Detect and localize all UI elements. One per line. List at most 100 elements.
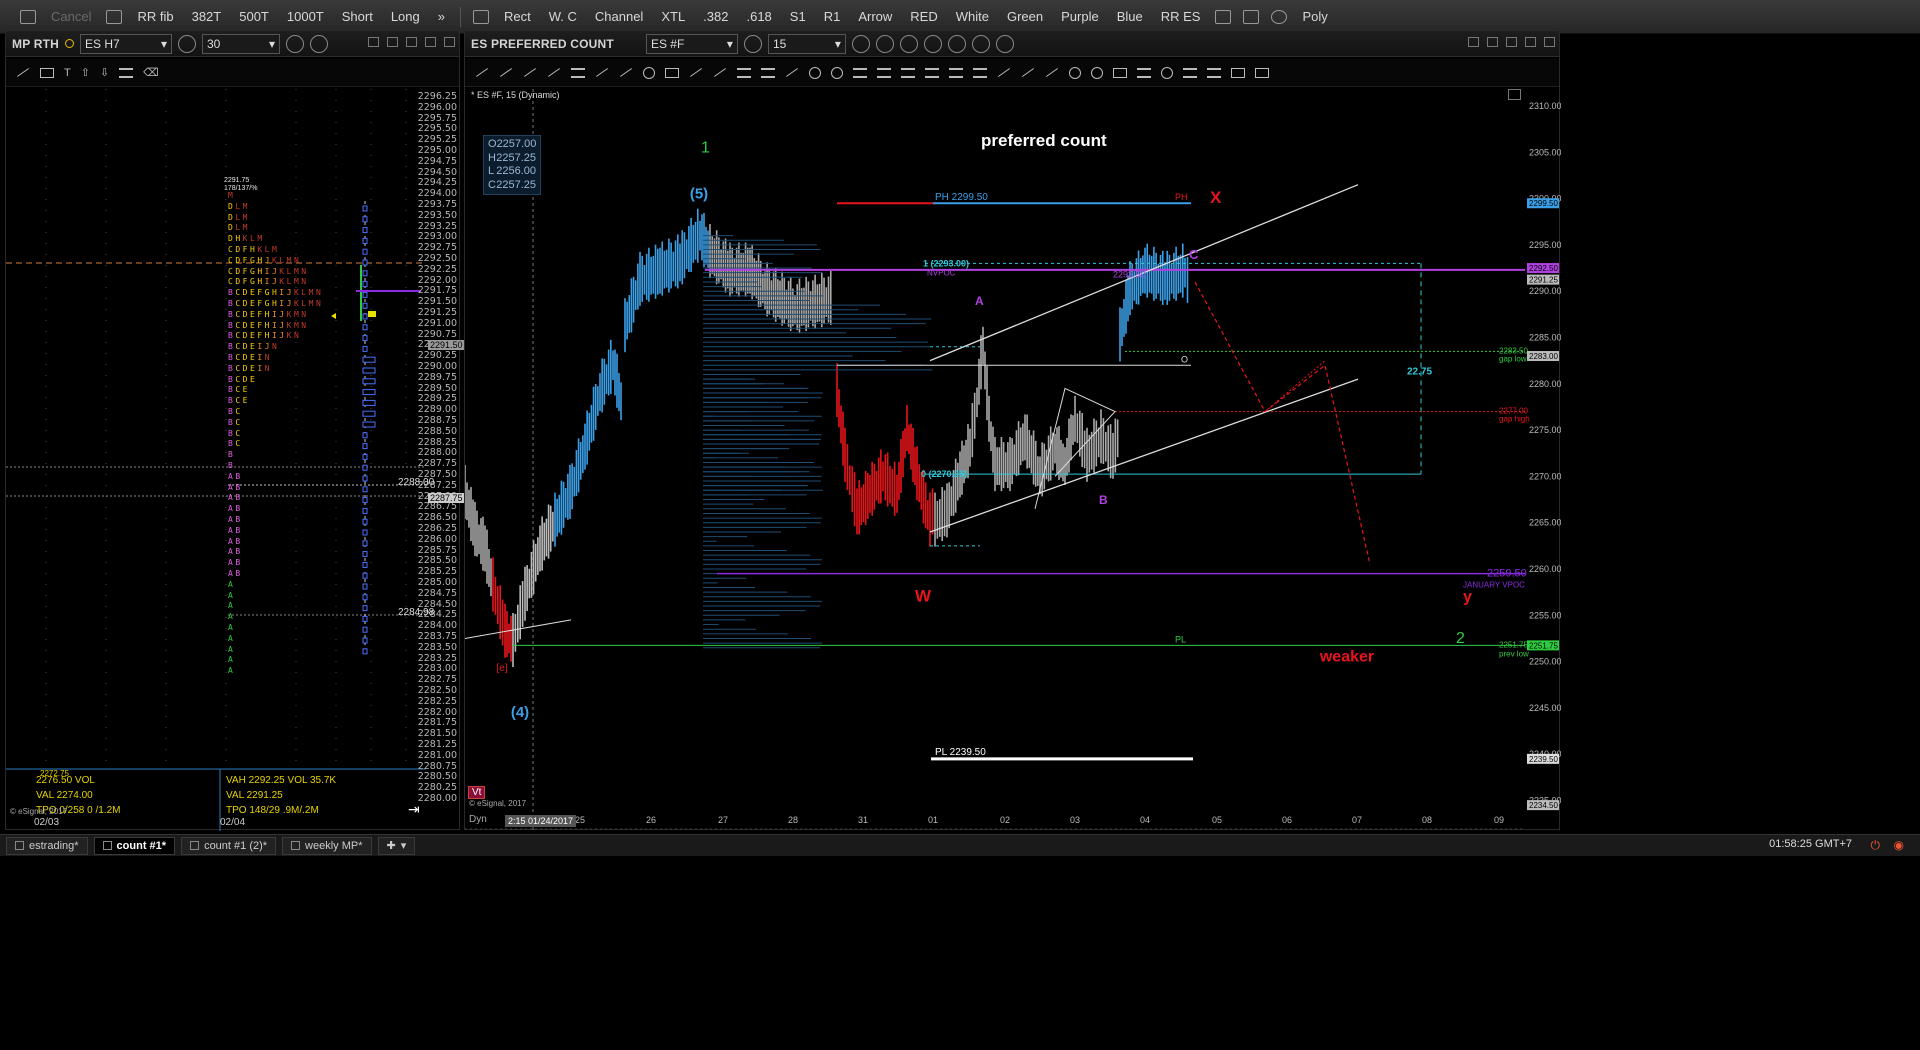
add-tab-button[interactable]: ✚ ▾ (377, 836, 416, 855)
arrow-up-tool-icon[interactable]: ⇧ (81, 66, 90, 79)
poly-button[interactable]: Poly (1293, 0, 1336, 34)
help-icon[interactable] (1468, 37, 1479, 47)
refresh-icon[interactable] (285, 34, 304, 53)
restore-icon[interactable] (387, 37, 398, 47)
drawing-tool-icon[interactable] (761, 67, 775, 78)
s1-button[interactable]: S1 (781, 0, 815, 34)
drawing-tool-icon[interactable] (785, 68, 799, 77)
arrow-down-tool-icon[interactable]: ⇩ (100, 66, 109, 79)
clock-icon[interactable] (177, 34, 196, 53)
drawing-tool-icon[interactable] (1161, 66, 1173, 79)
drawing-tool-icon[interactable] (713, 68, 727, 77)
xtl-button[interactable]: XTL (652, 0, 694, 34)
symbol-input[interactable]: ES H7 ▾ (79, 33, 172, 54)
drawing-tool-icon[interactable] (831, 66, 843, 79)
drawing-tool-icon[interactable] (1183, 67, 1197, 78)
drawing-tool-icon[interactable] (475, 68, 489, 77)
price-chart[interactable]: 2315.002310.002305.002300.002295.002290.… (465, 89, 1561, 831)
close-icon[interactable] (444, 37, 455, 47)
interval-input[interactable]: 30 ▾ (201, 33, 280, 54)
clock-icon[interactable] (743, 34, 762, 53)
drawing-tool-icon[interactable] (1137, 67, 1151, 78)
draw-icon[interactable] (875, 34, 894, 53)
minimize-icon[interactable] (406, 37, 417, 47)
drawing-tool-icon[interactable] (1069, 66, 1081, 79)
drawing-tool-icon[interactable] (1207, 67, 1221, 78)
fib-tool-icon[interactable] (119, 67, 134, 78)
more-chevron-icon[interactable]: » (429, 0, 454, 34)
fib-382-button[interactable]: .382 (694, 0, 737, 34)
text-tool-icon[interactable]: T (64, 67, 71, 79)
power-icon[interactable]: ⏻ (1871, 838, 1881, 853)
white-button[interactable]: White (947, 0, 998, 34)
cancel-button[interactable]: Cancel (42, 0, 100, 34)
drawing-tool-icon[interactable] (547, 68, 561, 77)
eye-icon[interactable] (1271, 9, 1288, 24)
drawing-tool-icon[interactable] (809, 66, 821, 79)
500t-button[interactable]: 500T (230, 0, 278, 34)
drawing-tool-icon[interactable] (925, 67, 939, 78)
long-button[interactable]: Long (382, 0, 429, 34)
drawing-tool-icon[interactable] (1021, 68, 1035, 77)
arrow-button[interactable]: Arrow (849, 0, 901, 34)
dyn-label[interactable]: Dyn (469, 814, 487, 825)
maximize-icon[interactable] (425, 37, 436, 47)
drawing-tool-icon[interactable] (1045, 68, 1059, 77)
channel-button[interactable]: Channel (586, 0, 652, 34)
help-icon[interactable] (368, 37, 379, 47)
sync-icon[interactable] (899, 34, 918, 53)
mob-icon[interactable] (472, 9, 489, 24)
profile-plot[interactable]: 2296.25 2296.00 2295.75 2295.50 2295.25 2295.… (6, 89, 465, 831)
1000t-button[interactable]: 1000T (278, 0, 333, 34)
r1-button[interactable]: R1 (815, 0, 850, 34)
drawing-tool-icon[interactable] (665, 67, 679, 78)
line-tool-icon[interactable] (16, 68, 30, 77)
drawing-tool-icon[interactable] (1113, 67, 1127, 78)
maximize-icon[interactable] (1525, 37, 1536, 47)
blue-button[interactable]: Blue (1108, 0, 1152, 34)
drawing-tool-icon[interactable] (949, 67, 963, 78)
drawing-tool-icon[interactable] (877, 67, 891, 78)
zoom-icon[interactable] (971, 34, 990, 53)
interval-input[interactable]: 15 ▾ (767, 33, 846, 54)
green-button[interactable]: Green (998, 0, 1052, 34)
drawing-tool-icon[interactable] (737, 67, 751, 78)
play-icon[interactable] (947, 34, 966, 53)
settings-icon[interactable] (995, 34, 1014, 53)
wc-button[interactable]: W. C (540, 0, 586, 34)
drawing-tool-icon[interactable] (973, 67, 987, 78)
drawing-tool-icon[interactable] (853, 67, 867, 78)
pen-icon[interactable] (20, 9, 36, 24)
refresh-icon[interactable] (851, 34, 870, 53)
tab-estrading[interactable]: estrading* (6, 836, 88, 855)
tab-count-1[interactable]: count #1* (93, 836, 176, 855)
pencil-icon[interactable] (1215, 9, 1232, 24)
symbol-input[interactable]: ES #F ▾ (645, 33, 738, 54)
drawing-tool-icon[interactable] (1231, 67, 1245, 78)
short-button[interactable]: Short (333, 0, 382, 34)
drawing-tool-icon[interactable] (1091, 66, 1103, 79)
drawing-tool-icon[interactable] (619, 68, 633, 77)
globe-icon[interactable]: ◉ (1894, 838, 1904, 852)
draw-icon[interactable] (309, 34, 328, 53)
purple-button[interactable]: Purple (1052, 0, 1108, 34)
rr-es-button[interactable]: RR ES (1152, 0, 1210, 34)
restore-icon[interactable] (1487, 37, 1498, 47)
drawing-tool-icon[interactable] (595, 68, 609, 77)
drawing-tool-icon[interactable] (1255, 67, 1269, 78)
drawing-tool-icon[interactable] (997, 68, 1011, 77)
drawing-tool-icon[interactable] (571, 67, 585, 78)
rr-fib-button[interactable]: RR fib (128, 0, 182, 34)
panel-settings-icon[interactable] (1508, 89, 1521, 100)
tab-weekly-mp[interactable]: weekly MP* (282, 836, 372, 855)
red-button[interactable]: RED (901, 0, 946, 34)
drawing-tool-icon[interactable] (523, 68, 537, 77)
fib-618-button[interactable]: .618 (737, 0, 780, 34)
drawing-tool-icon[interactable] (901, 67, 915, 78)
tab-count-1-2[interactable]: count #1 (2)* (181, 836, 277, 855)
camera-icon[interactable] (923, 34, 942, 53)
eraser-icon[interactable] (1243, 9, 1260, 24)
drawing-tool-icon[interactable] (643, 66, 655, 79)
minimize-icon[interactable] (1506, 37, 1517, 47)
export-arrow-icon[interactable]: ⇥ (408, 801, 420, 818)
